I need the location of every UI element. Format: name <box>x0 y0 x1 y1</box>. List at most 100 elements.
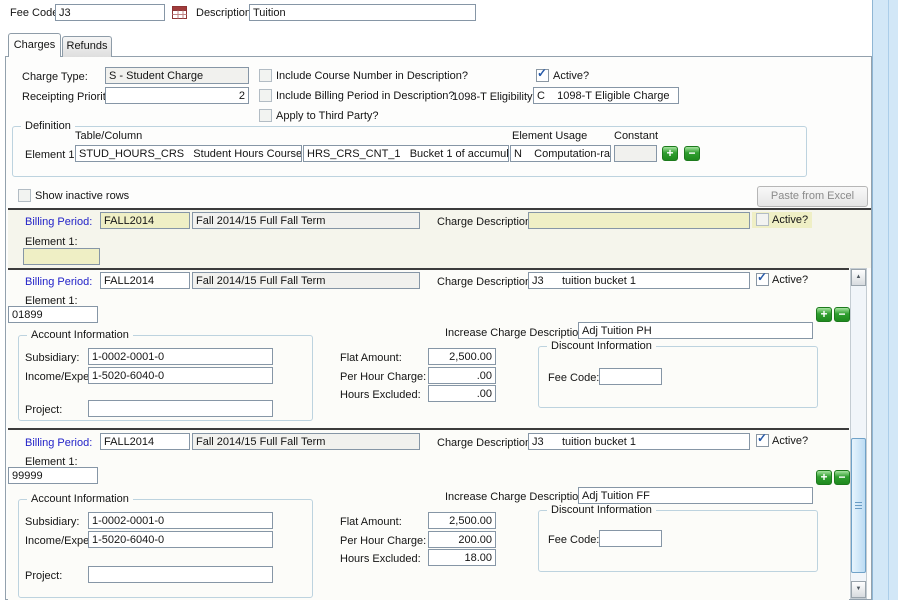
flat-amount-input[interactable]: 2,500.00 <box>428 512 496 529</box>
row-active-checkbox[interactable] <box>756 213 769 226</box>
table-column-header: Table/Column <box>75 130 142 143</box>
vertical-scrollbar[interactable]: ▲ ▼ <box>850 268 867 599</box>
row-element1-input[interactable]: 01899 <box>8 306 98 323</box>
remove-element-button[interactable]: − <box>684 146 700 161</box>
charge-type-field[interactable]: S - Student Charge <box>105 67 249 84</box>
billing-period-input[interactable]: FALL2014 <box>100 212 190 229</box>
row-element1-input[interactable] <box>23 248 100 265</box>
tab-refunds[interactable]: Refunds <box>62 36 112 57</box>
include-billing-checkbox[interactable] <box>259 89 272 102</box>
billing-period-input[interactable]: FALL2014 <box>100 272 190 289</box>
remove-row-button[interactable]: − <box>834 470 850 485</box>
per-hour-charge-input[interactable]: 200.00 <box>428 531 496 548</box>
charge-description-input[interactable]: J3 tuition bucket 1 <box>528 433 750 450</box>
tab-refunds-label: Refunds <box>67 40 108 52</box>
hours-excluded-label: Hours Excluded: <box>340 389 421 402</box>
definition-legend: Definition <box>21 120 75 133</box>
row-element1-input[interactable]: 99999 <box>8 467 98 484</box>
description-label: Description: <box>196 7 254 20</box>
billing-table-lookup-icon[interactable] <box>171 4 189 24</box>
charge-description-input[interactable]: J3 tuition bucket 1 <box>528 272 750 289</box>
constant-header: Constant <box>614 130 658 143</box>
row-active-label: Active? <box>772 435 808 448</box>
billing-period-desc-field: Fall 2014/15 Full Fall Term <box>192 212 420 229</box>
element1-label: Element 1: <box>25 149 78 162</box>
checkmark-icon: ✓ <box>757 432 767 445</box>
charge-description-label: Charge Description: <box>437 276 534 289</box>
billing-period-input[interactable]: FALL2014 <box>100 433 190 450</box>
increase-description-input[interactable]: Adj Tuition FF <box>578 487 813 504</box>
scroll-down-icon: ▼ <box>856 586 862 592</box>
minus-icon: − <box>838 470 845 484</box>
element1-table-field[interactable]: STUD_HOURS_CRS Student Hours Courses <box>75 145 302 162</box>
element1-column-field[interactable]: HRS_CRS_CNT_1 Bucket 1 of accumulated h <box>303 145 509 162</box>
discount-fee-code-label: Fee Code: <box>548 534 599 547</box>
tab-charges[interactable]: Charges <box>8 33 61 57</box>
window-edge-line <box>888 0 889 600</box>
plus-icon: + <box>666 146 673 160</box>
hours-excluded-input[interactable]: 18.00 <box>428 549 496 566</box>
subsidiary-input[interactable]: 1-0002-0001-0 <box>88 512 273 529</box>
account-information-legend: Account Information <box>27 329 133 342</box>
element-usage-header: Element Usage <box>512 130 587 143</box>
project-label: Project: <box>25 404 62 417</box>
scroll-down-button[interactable]: ▼ <box>851 581 866 598</box>
increase-description-label: Increase Charge Description: <box>445 327 587 340</box>
charge-description-input[interactable] <box>528 212 750 229</box>
apply-third-party-checkbox[interactable] <box>259 109 272 122</box>
income-expense-input[interactable]: 1-5020-6040-0 <box>88 367 273 384</box>
discount-fee-code-label: Fee Code: <box>548 372 599 385</box>
row-active-label: Active? <box>772 214 808 227</box>
scroll-up-button[interactable]: ▲ <box>851 269 866 286</box>
charge-description-label: Charge Description: <box>437 216 534 229</box>
description-input[interactable]: Tuition <box>249 4 476 21</box>
scrollbar-thumb[interactable] <box>851 438 866 573</box>
subsidiary-input[interactable]: 1-0002-0001-0 <box>88 348 273 365</box>
paste-from-excel-button[interactable]: Paste from Excel <box>757 186 868 207</box>
plus-icon: + <box>820 307 827 321</box>
add-element-button[interactable]: + <box>662 146 678 161</box>
show-inactive-checkbox[interactable] <box>18 189 31 202</box>
hours-excluded-input[interactable]: .00 <box>428 385 496 402</box>
subsidiary-label: Subsidiary: <box>25 352 79 365</box>
billing-period-desc-field: Fall 2014/15 Full Fall Term <box>192 272 420 289</box>
account-information-legend: Account Information <box>27 493 133 506</box>
billing-period-label: Billing Period: <box>25 276 92 289</box>
element1-usage-field[interactable]: N Computation-range s <box>510 145 611 162</box>
discount-fee-code-input[interactable] <box>599 530 662 547</box>
plus-icon: + <box>820 470 827 484</box>
minus-icon: − <box>838 307 845 321</box>
charge-description-label: Charge Description: <box>437 437 534 450</box>
row-active-label: Active? <box>772 274 808 287</box>
add-row-button[interactable]: + <box>816 470 832 485</box>
window-edge-band <box>872 0 898 600</box>
flat-amount-label: Flat Amount: <box>340 516 402 529</box>
receipting-priority-input[interactable]: 2 <box>105 87 249 104</box>
billing-period-desc-field: Fall 2014/15 Full Fall Term <box>192 433 420 450</box>
charge-type-label: Charge Type: <box>22 71 88 84</box>
include-course-checkbox[interactable] <box>259 69 272 82</box>
discount-information-legend: Discount Information <box>547 340 656 353</box>
row-active-checkbox[interactable]: ✓ <box>756 273 769 286</box>
income-expense-input[interactable]: 1-5020-6040-0 <box>88 531 273 548</box>
scroll-up-icon: ▲ <box>856 274 862 280</box>
project-input[interactable] <box>88 566 273 583</box>
discount-fee-code-input[interactable] <box>599 368 662 385</box>
per-hour-charge-label: Per Hour Charge: <box>340 371 426 384</box>
remove-row-button[interactable]: − <box>834 307 850 322</box>
eligibility-field[interactable]: C 1098-T Eligible Charge <box>533 87 679 104</box>
element1-constant-field[interactable] <box>614 145 657 162</box>
per-hour-charge-input[interactable]: .00 <box>428 367 496 384</box>
flat-amount-input[interactable]: 2,500.00 <box>428 348 496 365</box>
increase-description-input[interactable]: Adj Tuition PH <box>578 322 813 339</box>
fee-code-input[interactable]: J3 <box>55 4 165 21</box>
billing-period-label: Billing Period: <box>25 437 92 450</box>
add-row-button[interactable]: + <box>816 307 832 322</box>
discount-information-legend: Discount Information <box>547 504 656 517</box>
billing-period-label: Billing Period: <box>25 216 92 229</box>
project-input[interactable] <box>88 400 273 417</box>
checkmark-icon: ✓ <box>537 67 547 80</box>
active-checkbox[interactable]: ✓ <box>536 69 549 82</box>
flat-amount-label: Flat Amount: <box>340 352 402 365</box>
row-active-checkbox[interactable]: ✓ <box>756 434 769 447</box>
